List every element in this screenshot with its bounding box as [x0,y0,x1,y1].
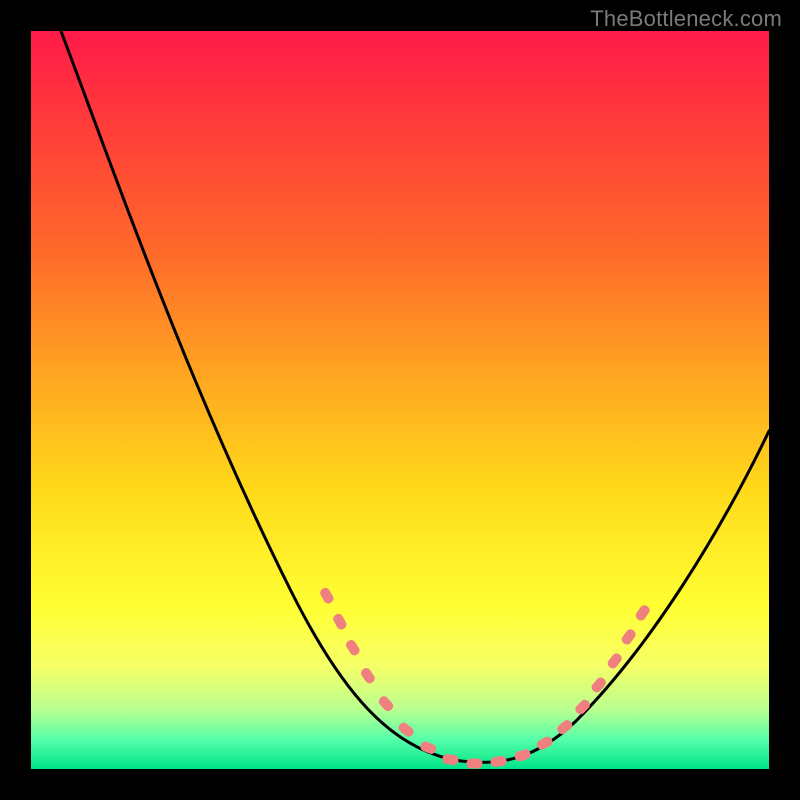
chart-svg [31,31,769,769]
highlight-dots-group [319,587,651,768]
bottleneck-curve-path [61,31,769,762]
watermark-text: TheBottleneck.com [590,6,782,32]
chart-frame: TheBottleneck.com [0,0,800,800]
plot-area [31,31,769,769]
